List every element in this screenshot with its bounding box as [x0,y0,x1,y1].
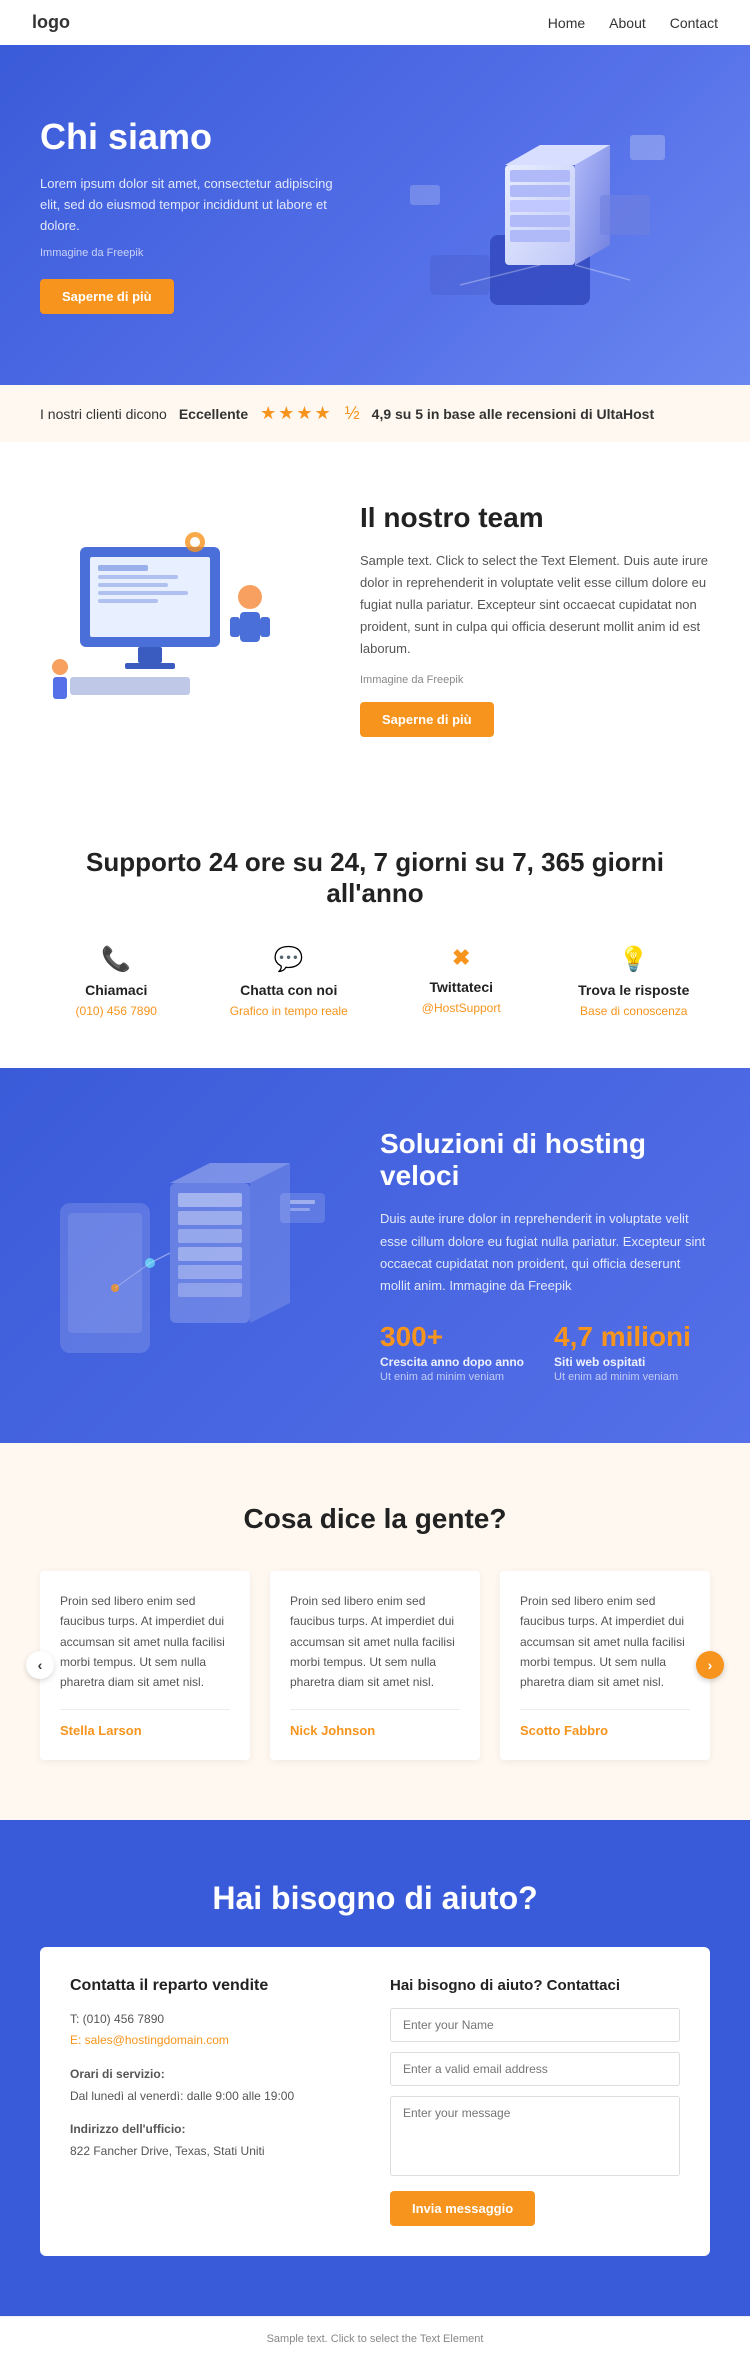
contact-hours: Dal lunedì al venerdì: dalle 9:00 alle 1… [70,2089,294,2103]
testimonial-name-2: Nick Johnson [290,1723,375,1738]
testimonial-name-1: Stella Larson [60,1723,142,1738]
testimonials-next-button[interactable]: › [696,1651,724,1679]
hosting-title: Soluzioni di hosting veloci [380,1128,710,1192]
footer: Sample text. Click to select the Text El… [0,2316,750,2361]
support-call-detail: (010) 456 7890 [40,1004,193,1018]
support-faq-detail: Base di conoscenza [558,1004,711,1018]
call-icon: 📞 [40,945,193,974]
navbar: logo Home About Contact [0,0,750,45]
support-item-twitter: ✖ Twittateci @HostSupport [385,945,538,1018]
team-section: Il nostro team Sample text. Click to sel… [0,442,750,797]
support-section: Supporto 24 ore su 24, 7 giorni su 7, 36… [0,797,750,1068]
support-chat-title: Chatta con noi [213,982,366,998]
testimonials-section: Cosa dice la gente? ‹ Proin sed libero e… [0,1443,750,1820]
nav-about[interactable]: About [609,15,646,31]
stat-sites-value: 4,7 milioni [554,1321,691,1353]
testimonial-card-1: Proin sed libero enim sed faucibus turps… [40,1571,250,1760]
nav-links: Home About Contact [548,15,718,31]
contact-form: Hai bisogno di aiuto? Contattaci Invia m… [390,1977,680,2226]
support-chat-detail: Grafico in tempo reale [213,1004,366,1018]
support-item-faq: 💡 Trova le risposte Base di conoscenza [558,945,711,1018]
stat-growth-sub: Ut enim ad minim veniam [380,1371,524,1383]
team-text: Il nostro team Sample text. Click to sel… [360,502,710,737]
contact-submit-button[interactable]: Invia messaggio [390,2191,535,2226]
contact-info: Contatta il reparto vendite T: (010) 456… [70,1977,360,2226]
contact-section: Hai bisogno di aiuto? Contatta il repart… [0,1820,750,2316]
hosting-section: Soluzioni di hosting veloci Duis aute ir… [0,1068,750,1442]
testimonial-text-1: Proin sed libero enim sed faucibus turps… [60,1591,230,1693]
team-freepik: Immagine da Freepik [360,674,710,686]
hero-title: Chi siamo [40,116,340,158]
hero-text-block: Chi siamo Lorem ipsum dolor sit amet, co… [40,116,340,313]
support-grid: 📞 Chiamaci (010) 456 7890 💬 Chatta con n… [40,945,710,1018]
hosting-stats: 300+ Crescita anno dopo anno Ut enim ad … [380,1321,710,1383]
contact-info-title: Contatta il reparto vendite [70,1977,360,1995]
stat-growth-label: Crescita anno dopo anno [380,1355,524,1369]
nav-contact[interactable]: Contact [670,15,718,31]
stat-growth-value: 300+ [380,1321,524,1353]
stat-sites: 4,7 milioni Siti web ospitati Ut enim ad… [554,1321,691,1383]
rating-stars: ★★★★ [260,403,333,424]
chat-icon: 💬 [213,945,366,974]
testimonial-divider-2 [290,1709,460,1710]
testimonial-divider-1 [60,1709,230,1710]
testimonial-text-3: Proin sed libero enim sed faucibus turps… [520,1591,690,1693]
rating-label: Eccellente [179,406,248,422]
rating-bar: I nostri clienti dicono Eccellente ★★★★ … [0,385,750,442]
support-item-chat: 💬 Chatta con noi Grafico in tempo reale [213,945,366,1018]
contact-email-input[interactable] [390,2052,680,2086]
testimonial-card-2: Proin sed libero enim sed faucibus turps… [270,1571,480,1760]
contact-address-label: Indirizzo dell'ufficio: [70,2122,186,2136]
hero-description: Lorem ipsum dolor sit amet, consectetur … [40,174,340,236]
nav-home[interactable]: Home [548,15,585,31]
hosting-description: Duis aute irure dolor in reprehenderit i… [380,1208,710,1296]
team-title: Il nostro team [360,502,710,534]
contact-box: Contatta il reparto vendite T: (010) 456… [40,1947,710,2256]
team-description: Sample text. Click to select the Text El… [360,550,710,660]
testimonials-title: Cosa dice la gente? [40,1503,710,1535]
support-call-title: Chiamaci [40,982,193,998]
testimonial-text-2: Proin sed libero enim sed faucibus turps… [290,1591,460,1693]
hero-illustration [370,105,710,325]
hosting-text: Soluzioni di hosting veloci Duis aute ir… [380,1128,710,1382]
team-cta-button[interactable]: Saperne di più [360,702,494,737]
support-twitter-title: Twittateci [385,979,538,995]
team-illustration [40,517,320,722]
contact-email[interactable]: E: sales@hostingdomain.com [70,2033,229,2047]
footer-text: Sample text. Click to select the Text El… [40,2333,710,2345]
stat-growth: 300+ Crescita anno dopo anno Ut enim ad … [380,1321,524,1383]
support-item-call: 📞 Chiamaci (010) 456 7890 [40,945,193,1018]
testimonials-prev-button[interactable]: ‹ [26,1651,54,1679]
testimonials-grid: ‹ Proin sed libero enim sed faucibus tur… [40,1571,710,1760]
testimonial-card-3: Proin sed libero enim sed faucibus turps… [500,1571,710,1760]
contact-message-input[interactable] [390,2096,680,2176]
contact-phone: T: (010) 456 7890 [70,2012,164,2026]
hero-section: Chi siamo Lorem ipsum dolor sit amet, co… [0,45,750,385]
rating-prefix: I nostri clienti dicono [40,406,167,422]
contact-form-title: Hai bisogno di aiuto? Contattaci [390,1977,680,1994]
logo: logo [32,12,70,33]
contact-hours-label: Orari di servizio: [70,2067,165,2081]
rating-score: 4,9 su 5 in base alle recensioni di Ulta… [372,406,654,422]
stat-sites-label: Siti web ospitati [554,1355,691,1369]
faq-icon: 💡 [558,945,711,974]
twitter-icon: ✖ [385,945,538,971]
testimonial-divider-3 [520,1709,690,1710]
contact-address: 822 Fancher Drive, Texas, Stati Uniti [70,2144,265,2158]
contact-section-title: Hai bisogno di aiuto? [40,1880,710,1917]
support-title: Supporto 24 ore su 24, 7 giorni su 7, 36… [40,847,710,909]
support-faq-title: Trova le risposte [558,982,711,998]
hosting-illustration [40,1143,340,1368]
support-twitter-detail: @HostSupport [385,1001,538,1015]
stat-sites-sub: Ut enim ad minim veniam [554,1371,691,1383]
testimonial-name-3: Scotto Fabbro [520,1723,608,1738]
contact-name-input[interactable] [390,2008,680,2042]
hero-freepik: Immagine da Freepik [40,247,340,259]
hero-cta-button[interactable]: Saperne di più [40,279,174,314]
